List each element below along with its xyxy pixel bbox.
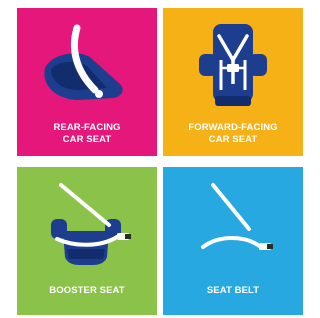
tile-booster-seat[interactable]: BOOSTER SEAT bbox=[17, 167, 157, 315]
tile-label-line1: SEAT BELT bbox=[206, 285, 260, 296]
tile-label: BOOSTER SEAT bbox=[17, 285, 157, 297]
car-seat-grid: REAR-FACING CAR SEAT FORWARD-FACING CAR … bbox=[0, 0, 303, 318]
tile-label: REAR-FACING CAR SEAT bbox=[17, 122, 157, 146]
tile-label: SEAT BELT bbox=[163, 285, 303, 297]
tile-label-line1: REAR-FACING bbox=[53, 122, 121, 133]
tile-label: FORWARD-FACING CAR SEAT bbox=[163, 122, 303, 146]
tile-forward-facing-car-seat[interactable]: FORWARD-FACING CAR SEAT bbox=[163, 8, 303, 156]
tile-label-line1: BOOSTER SEAT bbox=[49, 285, 125, 296]
tile-label-line2: CAR SEAT bbox=[208, 134, 258, 145]
tile-rear-facing-car-seat[interactable]: REAR-FACING CAR SEAT bbox=[17, 8, 157, 156]
tile-seat-belt[interactable]: SEAT BELT bbox=[163, 167, 303, 315]
tile-label-line1: FORWARD-FACING bbox=[188, 122, 278, 133]
tile-label-line2: CAR SEAT bbox=[62, 134, 112, 145]
